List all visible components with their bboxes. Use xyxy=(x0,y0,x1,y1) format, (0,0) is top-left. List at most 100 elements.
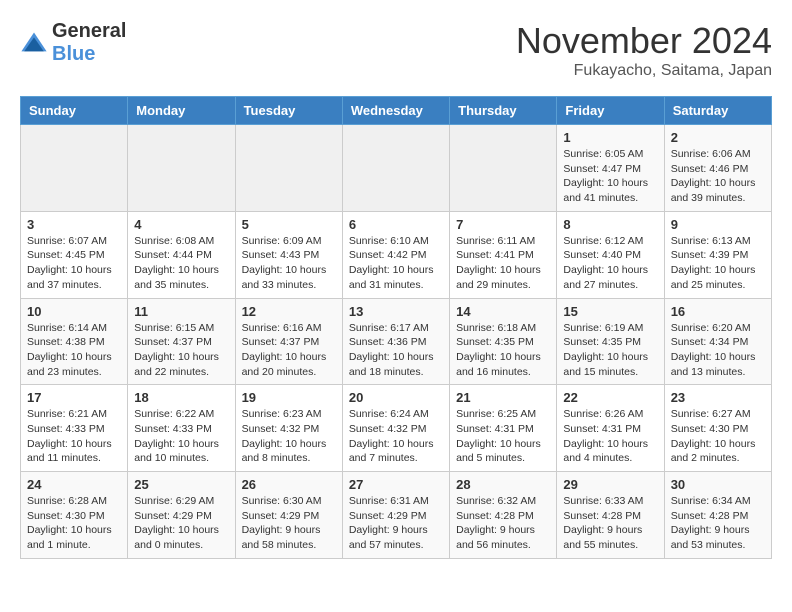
day-info: Sunrise: 6:20 AM Sunset: 4:34 PM Dayligh… xyxy=(671,321,765,380)
day-number: 21 xyxy=(456,390,550,405)
logo: General Blue xyxy=(20,20,126,66)
location-title: Fukayacho, Saitama, Japan xyxy=(516,62,772,80)
day-info: Sunrise: 6:31 AM Sunset: 4:29 PM Dayligh… xyxy=(349,494,443,553)
calendar-cell: 24 Sunrise: 6:28 AM Sunset: 4:30 PM Dayli… xyxy=(21,472,128,559)
calendar-cell: 29 Sunrise: 6:33 AM Sunset: 4:28 PM Dayli… xyxy=(557,472,664,559)
calendar-cell xyxy=(235,125,342,212)
day-number: 22 xyxy=(563,390,657,405)
day-info: Sunrise: 6:21 AM Sunset: 4:33 PM Dayligh… xyxy=(27,407,121,466)
day-number: 23 xyxy=(671,390,765,405)
day-info: Sunrise: 6:08 AM Sunset: 4:44 PM Dayligh… xyxy=(134,234,228,293)
calendar-cell: 27 Sunrise: 6:31 AM Sunset: 4:29 PM Dayli… xyxy=(342,472,449,559)
day-of-week-header: Saturday xyxy=(664,97,771,125)
calendar-table: SundayMondayTuesdayWednesdayThursdayFrid… xyxy=(20,96,772,559)
day-of-week-header: Tuesday xyxy=(235,97,342,125)
day-info: Sunrise: 6:12 AM Sunset: 4:40 PM Dayligh… xyxy=(563,234,657,293)
logo-general: General xyxy=(52,20,126,42)
day-number: 14 xyxy=(456,304,550,319)
day-info: Sunrise: 6:16 AM Sunset: 4:37 PM Dayligh… xyxy=(242,321,336,380)
day-number: 25 xyxy=(134,477,228,492)
title-block: November 2024 Fukayacho, Saitama, Japan xyxy=(516,20,772,80)
day-info: Sunrise: 6:25 AM Sunset: 4:31 PM Dayligh… xyxy=(456,407,550,466)
calendar-cell: 3 Sunrise: 6:07 AM Sunset: 4:45 PM Daylig… xyxy=(21,211,128,298)
calendar-cell: 25 Sunrise: 6:29 AM Sunset: 4:29 PM Dayli… xyxy=(128,472,235,559)
day-number: 17 xyxy=(27,390,121,405)
day-number: 3 xyxy=(27,217,121,232)
calendar-cell: 8 Sunrise: 6:12 AM Sunset: 4:40 PM Daylig… xyxy=(557,211,664,298)
calendar-cell: 9 Sunrise: 6:13 AM Sunset: 4:39 PM Daylig… xyxy=(664,211,771,298)
calendar-cell: 12 Sunrise: 6:16 AM Sunset: 4:37 PM Dayli… xyxy=(235,298,342,385)
calendar-week-row: 3 Sunrise: 6:07 AM Sunset: 4:45 PM Daylig… xyxy=(21,211,772,298)
day-number: 10 xyxy=(27,304,121,319)
calendar-cell: 6Sunrise: 6:10 AM Sunset: 4:42 PM Daylig… xyxy=(342,211,449,298)
day-info: Sunrise: 6:17 AM Sunset: 4:36 PM Dayligh… xyxy=(349,321,443,380)
calendar-cell: 10 Sunrise: 6:14 AM Sunset: 4:38 PM Dayli… xyxy=(21,298,128,385)
day-info: Sunrise: 6:29 AM Sunset: 4:29 PM Dayligh… xyxy=(134,494,228,553)
calendar-cell: 4 Sunrise: 6:08 AM Sunset: 4:44 PM Daylig… xyxy=(128,211,235,298)
day-info: Sunrise: 6:23 AM Sunset: 4:32 PM Dayligh… xyxy=(242,407,336,466)
calendar-cell: 21 Sunrise: 6:25 AM Sunset: 4:31 PM Dayli… xyxy=(450,385,557,472)
logo-blue: Blue xyxy=(52,43,95,65)
day-info: Sunrise: 6:05 AM Sunset: 4:47 PM Dayligh… xyxy=(563,147,657,206)
day-number: 24 xyxy=(27,477,121,492)
day-of-week-header: Sunday xyxy=(21,97,128,125)
day-info: Sunrise: 6:09 AM Sunset: 4:43 PM Dayligh… xyxy=(242,234,336,293)
day-number: 20 xyxy=(349,390,443,405)
day-number: 9 xyxy=(671,217,765,232)
day-info: Sunrise: 6:07 AM Sunset: 4:45 PM Dayligh… xyxy=(27,234,121,293)
calendar-cell: 16Sunrise: 6:20 AM Sunset: 4:34 PM Dayli… xyxy=(664,298,771,385)
day-info: Sunrise: 6:22 AM Sunset: 4:33 PM Dayligh… xyxy=(134,407,228,466)
day-number: 27 xyxy=(349,477,443,492)
calendar-cell xyxy=(128,125,235,212)
day-info: Sunrise: 6:18 AM Sunset: 4:35 PM Dayligh… xyxy=(456,321,550,380)
calendar-week-row: 24 Sunrise: 6:28 AM Sunset: 4:30 PM Dayli… xyxy=(21,472,772,559)
calendar-cell: 17 Sunrise: 6:21 AM Sunset: 4:33 PM Dayli… xyxy=(21,385,128,472)
calendar-cell: 23 Sunrise: 6:27 AM Sunset: 4:30 PM Dayli… xyxy=(664,385,771,472)
day-number: 28 xyxy=(456,477,550,492)
calendar-cell: 20 Sunrise: 6:24 AM Sunset: 4:32 PM Dayli… xyxy=(342,385,449,472)
day-number: 4 xyxy=(134,217,228,232)
calendar-cell: 14 Sunrise: 6:18 AM Sunset: 4:35 PM Dayli… xyxy=(450,298,557,385)
calendar-cell: 13Sunrise: 6:17 AM Sunset: 4:36 PM Dayli… xyxy=(342,298,449,385)
day-info: Sunrise: 6:33 AM Sunset: 4:28 PM Dayligh… xyxy=(563,494,657,553)
day-info: Sunrise: 6:14 AM Sunset: 4:38 PM Dayligh… xyxy=(27,321,121,380)
day-info: Sunrise: 6:11 AM Sunset: 4:41 PM Dayligh… xyxy=(456,234,550,293)
day-number: 12 xyxy=(242,304,336,319)
day-info: Sunrise: 6:15 AM Sunset: 4:37 PM Dayligh… xyxy=(134,321,228,380)
calendar-cell xyxy=(21,125,128,212)
day-number: 1 xyxy=(563,130,657,145)
day-number: 5 xyxy=(242,217,336,232)
calendar-cell: 26Sunrise: 6:30 AM Sunset: 4:29 PM Dayli… xyxy=(235,472,342,559)
page-header: General Blue November 2024 Fukayacho, Sa… xyxy=(20,20,772,80)
calendar-cell: 2 Sunrise: 6:06 AM Sunset: 4:46 PM Daylig… xyxy=(664,125,771,212)
day-number: 29 xyxy=(563,477,657,492)
day-info: Sunrise: 6:24 AM Sunset: 4:32 PM Dayligh… xyxy=(349,407,443,466)
day-info: Sunrise: 6:27 AM Sunset: 4:30 PM Dayligh… xyxy=(671,407,765,466)
calendar-cell: 7 Sunrise: 6:11 AM Sunset: 4:41 PM Daylig… xyxy=(450,211,557,298)
day-number: 18 xyxy=(134,390,228,405)
calendar-cell: 5 Sunrise: 6:09 AM Sunset: 4:43 PM Daylig… xyxy=(235,211,342,298)
calendar-cell: 22Sunrise: 6:26 AM Sunset: 4:31 PM Dayli… xyxy=(557,385,664,472)
day-info: Sunrise: 6:13 AM Sunset: 4:39 PM Dayligh… xyxy=(671,234,765,293)
day-of-week-header: Thursday xyxy=(450,97,557,125)
day-info: Sunrise: 6:19 AM Sunset: 4:35 PM Dayligh… xyxy=(563,321,657,380)
day-number: 8 xyxy=(563,217,657,232)
day-info: Sunrise: 6:34 AM Sunset: 4:28 PM Dayligh… xyxy=(671,494,765,553)
calendar-cell: 1 Sunrise: 6:05 AM Sunset: 4:47 PM Daylig… xyxy=(557,125,664,212)
day-number: 30 xyxy=(671,477,765,492)
day-number: 2 xyxy=(671,130,765,145)
calendar-cell: 30 Sunrise: 6:34 AM Sunset: 4:28 PM Dayli… xyxy=(664,472,771,559)
day-info: Sunrise: 6:28 AM Sunset: 4:30 PM Dayligh… xyxy=(27,494,121,553)
day-of-week-header: Wednesday xyxy=(342,97,449,125)
day-number: 11 xyxy=(134,304,228,319)
month-title: November 2024 xyxy=(516,20,772,62)
calendar-week-row: 10 Sunrise: 6:14 AM Sunset: 4:38 PM Dayli… xyxy=(21,298,772,385)
logo-icon xyxy=(20,29,48,57)
day-info: Sunrise: 6:06 AM Sunset: 4:46 PM Dayligh… xyxy=(671,147,765,206)
calendar-cell: 28 Sunrise: 6:32 AM Sunset: 4:28 PM Dayli… xyxy=(450,472,557,559)
calendar-week-row: 17 Sunrise: 6:21 AM Sunset: 4:33 PM Dayli… xyxy=(21,385,772,472)
calendar-header-row: SundayMondayTuesdayWednesdayThursdayFrid… xyxy=(21,97,772,125)
day-number: 7 xyxy=(456,217,550,232)
day-number: 15 xyxy=(563,304,657,319)
day-info: Sunrise: 6:32 AM Sunset: 4:28 PM Dayligh… xyxy=(456,494,550,553)
